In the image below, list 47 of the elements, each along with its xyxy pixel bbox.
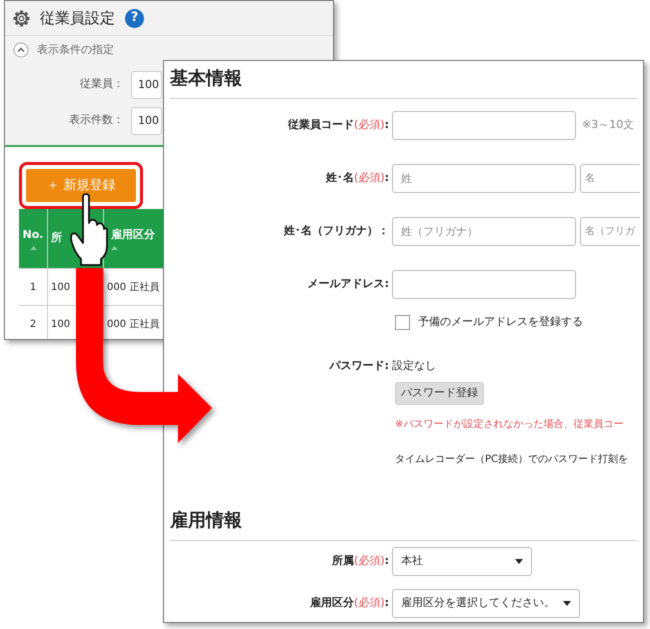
page-title: 従業員設定	[40, 8, 115, 29]
field-label: パスワード:	[328, 358, 390, 374]
field-label: 従業員コード(必須):	[286, 117, 390, 134]
table-cell-text: 100	[51, 318, 70, 332]
input-field[interactable]: 姓	[392, 164, 576, 193]
filter-heading: 表示条件の指定	[37, 42, 114, 58]
column-header[interactable]: 所	[51, 230, 62, 247]
table-cell-text: 000 正社員	[107, 280, 160, 294]
sort-icon[interactable]	[111, 246, 118, 250]
field-label: 従業員：	[79, 76, 125, 92]
field-label: 表示件数：	[68, 112, 125, 128]
table-cell-text: 2	[30, 318, 36, 332]
field-label: メールアドレス:	[306, 276, 390, 292]
input-field[interactable]: 姓（フリガナ）	[392, 217, 576, 246]
column-header[interactable]: No.	[22, 226, 44, 244]
sort-icon[interactable]	[30, 246, 36, 250]
input-field[interactable]: 100	[131, 70, 162, 98]
caret-icon	[515, 559, 523, 564]
password-register-button[interactable]: パスワード登録	[395, 382, 484, 404]
field-label: 姓･名（フリガナ）：	[282, 223, 390, 240]
input-field[interactable]: 名	[580, 164, 640, 193]
section-heading: 基本情報	[170, 61, 637, 99]
table-cell-text: 100	[51, 280, 70, 294]
settings-icon[interactable]	[13, 10, 30, 26]
field-label: 雇用区分(必須):	[309, 595, 390, 612]
password-status: 設定なし	[392, 358, 436, 374]
help-icon[interactable]: ?	[125, 8, 144, 28]
input-field[interactable]	[392, 270, 576, 299]
column-header[interactable]: 雇用区分	[111, 226, 155, 244]
note-text: タイムレコーダー（PC接続）でのパスワード打刻を	[395, 452, 630, 466]
hand-cursor-icon	[69, 193, 109, 267]
checkbox-label: 予備のメールアドレスを登録する	[418, 314, 583, 330]
input-field[interactable]: 100	[131, 106, 162, 134]
section-heading: 雇用情報	[170, 502, 637, 540]
caret-icon	[563, 601, 571, 606]
dropdown[interactable]: 本社	[392, 547, 532, 576]
field-label: 姓･名(必須):	[324, 170, 390, 186]
input-field[interactable]	[392, 111, 576, 140]
dropdown[interactable]: 雇用区分を選択してください。	[392, 589, 580, 618]
checkbox[interactable]	[395, 314, 410, 330]
hint-text: ※3～10文	[582, 117, 634, 134]
field-label: 所属(必須):	[331, 553, 390, 570]
table-cell-text: 000 正社員	[107, 318, 160, 332]
input-field[interactable]: 名（フリガ	[580, 217, 640, 246]
warning-text: ※パスワードが設定されなかった場合、従業員コー	[395, 418, 624, 432]
collapse-toggle-icon[interactable]	[13, 42, 29, 58]
table-cell-text: 1	[30, 280, 36, 294]
